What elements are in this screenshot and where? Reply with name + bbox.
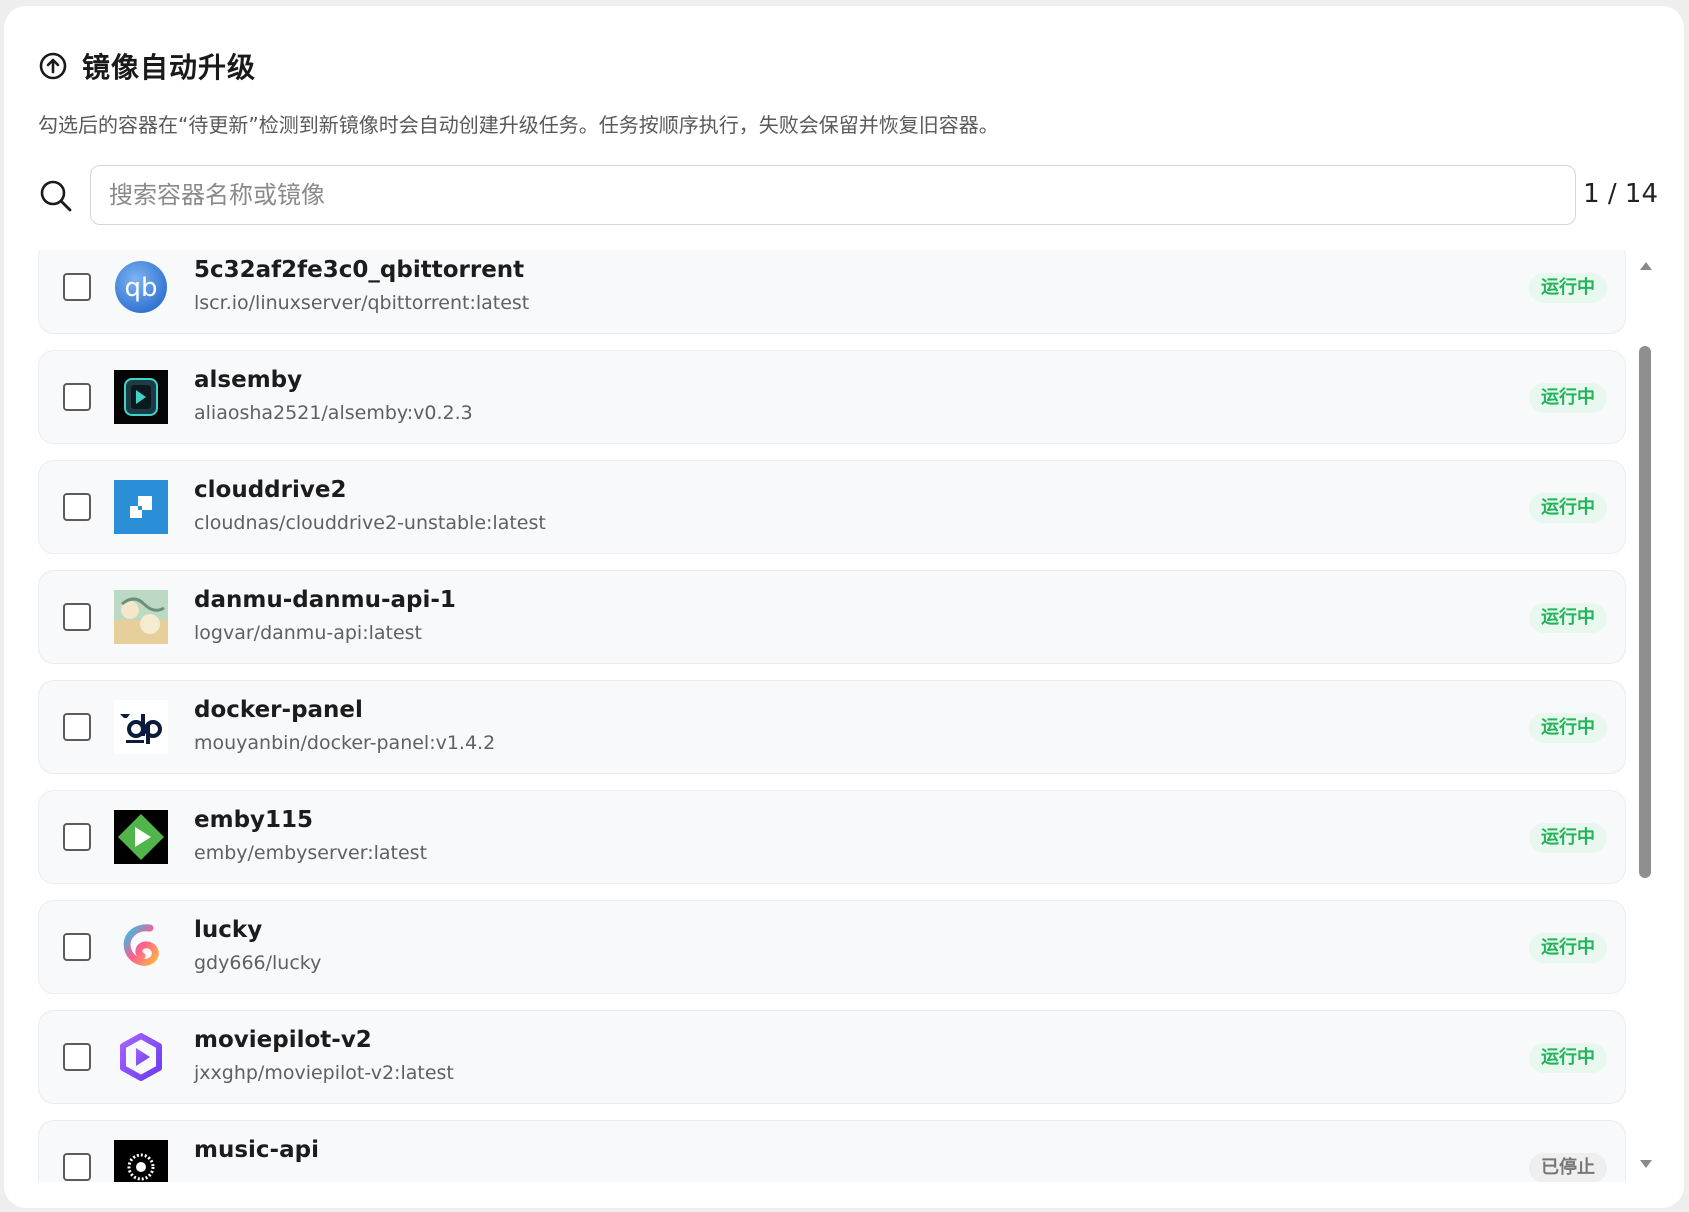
- status-badge: 运行中: [1529, 713, 1607, 743]
- status-badge: 运行中: [1529, 823, 1607, 853]
- alsemby-logo-icon: [114, 370, 168, 424]
- container-row[interactable]: moviepilot-v2 jxxghp/moviepilot-v2:lates…: [38, 1010, 1626, 1104]
- container-name: emby115: [194, 807, 314, 833]
- container-image: aliaosha2521/alsemby:v0.2.3: [194, 402, 473, 424]
- container-list: qb 5c32af2fe3c0_qbittorrent lscr.io/linu…: [38, 250, 1626, 1182]
- container-row[interactable]: lucky gdy666/lucky 运行中: [38, 900, 1626, 994]
- search-input[interactable]: [90, 165, 1576, 225]
- container-name: lucky: [194, 917, 263, 943]
- container-row[interactable]: clouddrive2 cloudnas/clouddrive2-unstabl…: [38, 460, 1626, 554]
- container-checkbox[interactable]: [63, 933, 91, 961]
- container-row[interactable]: alsemby aliaosha2521/alsemby:v0.2.3 运行中: [38, 350, 1626, 444]
- status-badge: 运行中: [1529, 933, 1607, 963]
- container-row[interactable]: music-api 已停止: [38, 1120, 1626, 1182]
- moviepilot-logo-icon: [120, 1033, 162, 1081]
- container-checkbox[interactable]: [63, 823, 91, 851]
- status-badge: 运行中: [1529, 273, 1607, 303]
- page-description: 勾选后的容器在“待更新”检测到新镜像时会自动创建升级任务。任务按顺序执行，失败会…: [38, 113, 999, 137]
- page-title: 镜像自动升级: [82, 51, 257, 84]
- container-checkbox[interactable]: [63, 713, 91, 741]
- container-image: logvar/danmu-api:latest: [194, 622, 423, 644]
- container-checkbox[interactable]: [63, 1043, 91, 1071]
- container-image: lscr.io/linuxserver/qbittorrent:latest: [194, 292, 530, 314]
- container-image: cloudnas/clouddrive2-unstable:latest: [194, 512, 546, 534]
- svg-text:qb: qb: [124, 273, 157, 303]
- container-checkbox[interactable]: [63, 493, 91, 521]
- container-name: moviepilot-v2: [194, 1027, 372, 1053]
- search-icon: [40, 180, 72, 212]
- docker-panel-logo-icon: [114, 700, 168, 754]
- status-badge: 运行中: [1529, 603, 1607, 633]
- selection-count: 1 / 14: [1583, 179, 1658, 209]
- panel-header: 镜像自动升级: [38, 46, 256, 86]
- auto-upgrade-panel: 镜像自动升级 勾选后的容器在“待更新”检测到新镜像时会自动创建升级任务。任务按顺…: [4, 6, 1684, 1208]
- clouddrive2-logo-icon: [114, 480, 168, 534]
- scroll-down-arrow-icon[interactable]: [1640, 1160, 1652, 1168]
- lucky-logo-icon: [123, 924, 159, 966]
- music-api-logo-icon: [114, 1140, 168, 1182]
- search-row: 1 / 14: [38, 165, 1658, 225]
- container-name: docker-panel: [194, 697, 363, 723]
- container-list-viewport[interactable]: qb 5c32af2fe3c0_qbittorrent lscr.io/linu…: [38, 250, 1626, 1182]
- arrow-up-circle-icon: [39, 52, 67, 80]
- emby-logo-icon: [114, 810, 168, 864]
- status-badge: 已停止: [1529, 1153, 1607, 1182]
- container-checkbox[interactable]: [63, 1153, 91, 1181]
- qbittorrent-logo-icon: qb: [115, 261, 167, 313]
- list-scrollbar[interactable]: [1636, 250, 1656, 1182]
- danmu-api-logo-icon: [114, 590, 168, 644]
- container-image: emby/embyserver:latest: [194, 842, 428, 864]
- status-badge: 运行中: [1529, 1043, 1607, 1073]
- container-row[interactable]: qb 5c32af2fe3c0_qbittorrent lscr.io/linu…: [38, 250, 1626, 334]
- container-row[interactable]: docker-panel mouyanbin/docker-panel:v1.4…: [38, 680, 1626, 774]
- status-badge: 运行中: [1529, 383, 1607, 413]
- container-name: music-api: [194, 1137, 319, 1163]
- scrollbar-thumb[interactable]: [1639, 346, 1651, 878]
- container-name: 5c32af2fe3c0_qbittorrent: [194, 257, 525, 283]
- container-row[interactable]: danmu-danmu-api-1 logvar/danmu-api:lates…: [38, 570, 1626, 664]
- container-checkbox[interactable]: [63, 603, 91, 631]
- container-name: clouddrive2: [194, 477, 347, 503]
- container-row[interactable]: emby115 emby/embyserver:latest 运行中: [38, 790, 1626, 884]
- container-image: jxxghp/moviepilot-v2:latest: [194, 1062, 454, 1084]
- container-name: danmu-danmu-api-1: [194, 587, 456, 613]
- container-image: gdy666/lucky: [194, 952, 322, 974]
- container-name: alsemby: [194, 367, 303, 393]
- container-checkbox[interactable]: [63, 273, 91, 301]
- scroll-up-arrow-icon[interactable]: [1640, 262, 1652, 270]
- container-image: mouyanbin/docker-panel:v1.4.2: [194, 732, 496, 754]
- status-badge: 运行中: [1529, 493, 1607, 523]
- container-checkbox[interactable]: [63, 383, 91, 411]
